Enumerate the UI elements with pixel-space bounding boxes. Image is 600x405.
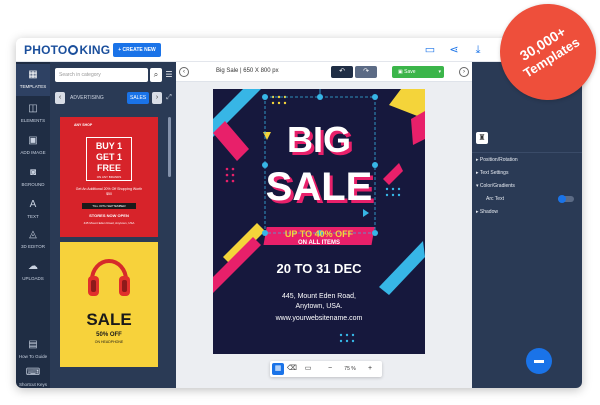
eraser-icon[interactable]: ⌫ — [286, 363, 298, 375]
camera-aperture-icon — [68, 45, 79, 55]
add-image-icon: ▣ — [28, 135, 38, 146]
poster-address-1[interactable]: 445, Mount Eden Road, — [213, 293, 425, 300]
poster-big[interactable]: BIG — [213, 119, 425, 161]
poster-upto[interactable]: UP TO 40% OFF — [213, 229, 425, 239]
tool-templates[interactable]: ▦ TEMPLATES — [16, 64, 50, 96]
poster-website[interactable]: www.yourwebsitename.com — [213, 315, 425, 322]
poster-address-2[interactable]: Anytown, USA. — [213, 303, 425, 310]
zoom-in-icon[interactable]: + — [364, 363, 376, 375]
canvas-workspace: ‹ Big Sale | 650 X 800 px ↶ ↷ ▣ Save ▾ › — [176, 62, 472, 388]
templates-panel: Search in category ⌕ ☰ ‹ ADVERTISING SAL… — [50, 62, 176, 388]
undo-icon[interactable]: ↶ — [331, 66, 353, 78]
template-thumb-buy1get1[interactable]: ANY SHOP BUY 1 GET 1 FREE ON ANY BRANDS … — [60, 117, 158, 237]
logo[interactable]: PHOTO KING — [24, 43, 110, 57]
editor-window: PHOTO KING + CREATE NEW ▭ ⋖ ⤓ ▦ TEMPLATES… — [16, 38, 582, 388]
chat-icon[interactable]: ▬ — [526, 348, 552, 374]
tool-add-image[interactable]: ▣ ADD IMAGE — [16, 130, 50, 162]
canvas-controls: ▦ ⌫ ▭ − 75 % + — [270, 361, 382, 377]
save-button[interactable]: ▣ Save ▾ — [392, 66, 444, 78]
category-prev-icon[interactable]: ‹ — [55, 92, 65, 104]
tool-background[interactable]: ◙ BGROUND — [16, 162, 50, 194]
headphone-icon — [88, 259, 130, 296]
3d-editor-icon: ◬ — [29, 229, 37, 240]
panel-scrollbar[interactable] — [168, 117, 171, 177]
download-icon[interactable]: ⤓ — [472, 44, 484, 56]
tool-elements[interactable]: ◫ ELEMENTS — [16, 98, 50, 130]
shortcut-keys[interactable]: ⌨ Shortcut Keys — [16, 362, 50, 388]
poster-sale[interactable]: SALE — [213, 165, 425, 210]
collapse-right-icon[interactable]: › — [459, 67, 469, 77]
category-next-icon[interactable]: › — [152, 92, 162, 104]
category-advertising[interactable]: ADVERTISING — [70, 92, 104, 104]
collapse-left-icon[interactable]: ‹ — [179, 67, 189, 77]
search-icon[interactable]: ⌕ — [150, 68, 162, 82]
arc-text-label: Arc Text — [486, 196, 504, 202]
tool-text[interactable]: A TEXT — [16, 194, 50, 226]
save-dropdown-icon[interactable]: ▾ — [438, 66, 441, 78]
tool-uploads[interactable]: ☁ UPLOADS — [16, 256, 50, 288]
elements-icon: ◫ — [28, 103, 38, 114]
separator — [472, 152, 582, 153]
properties-panel: ♜ ▸ Position/Rotation ▸ Text Settings ▾ … — [472, 62, 582, 388]
guide-icon: ▤ — [28, 339, 38, 350]
template-thumb-headphone-sale[interactable]: SALE 50% OFF ON HEADPHONE — [60, 242, 158, 367]
comment-icon[interactable]: ▭ — [424, 44, 436, 56]
templates-icon: ▦ — [28, 69, 38, 80]
document-title: Big Sale | 650 X 800 px — [216, 68, 279, 74]
zoom-level: 75 % — [344, 366, 356, 372]
position-rotation-section[interactable]: ▸ Position/Rotation — [476, 157, 518, 163]
keyboard-icon: ⌨ — [25, 367, 41, 378]
tool-rail: ▦ TEMPLATES ◫ ELEMENTS ▣ ADD IMAGE ◙ BGR… — [16, 62, 50, 388]
shadow-section[interactable]: ▸ Shadow — [476, 209, 498, 215]
tool-3d-editor[interactable]: ◬ 3D EDITOR — [16, 224, 50, 256]
text-icon: A — [29, 199, 37, 210]
redo-icon[interactable]: ↷ — [355, 66, 377, 78]
present-icon[interactable]: ▭ — [302, 363, 314, 375]
poster-dates[interactable]: 20 TO 31 DEC — [213, 261, 425, 276]
toggle-knob — [558, 195, 566, 203]
color-gradients-section[interactable]: ▾ Color/Gradients — [476, 183, 515, 189]
expand-icon[interactable]: ⤢ — [164, 92, 174, 104]
poster-all-items[interactable]: ON ALL ITEMS — [213, 240, 425, 246]
create-new-button[interactable]: + CREATE NEW — [113, 43, 161, 57]
zoom-out-icon[interactable]: − — [324, 363, 336, 375]
grid-icon[interactable]: ▦ — [272, 363, 284, 375]
poster-canvas[interactable]: BIG SALE UP TO 40% OFF ON ALL ITEMS 20 T… — [213, 89, 425, 354]
list-view-icon[interactable]: ☰ — [164, 68, 174, 82]
arc-text-toggle[interactable] — [558, 195, 574, 203]
background-icon: ◙ — [29, 167, 37, 178]
top-bar: PHOTO KING + CREATE NEW ▭ ⋖ ⤓ — [16, 38, 582, 62]
workspace-header: ‹ Big Sale | 650 X 800 px ↶ ↷ ▣ Save ▾ › — [176, 62, 472, 82]
search-input[interactable]: Search in category — [55, 68, 148, 82]
text-settings-section[interactable]: ▸ Text Settings — [476, 170, 508, 176]
paint-roller-icon[interactable]: ♜ — [476, 132, 488, 144]
uploads-icon: ☁ — [28, 261, 38, 272]
category-sales[interactable]: SALES — [127, 92, 150, 104]
share-icon[interactable]: ⋖ — [448, 44, 460, 56]
